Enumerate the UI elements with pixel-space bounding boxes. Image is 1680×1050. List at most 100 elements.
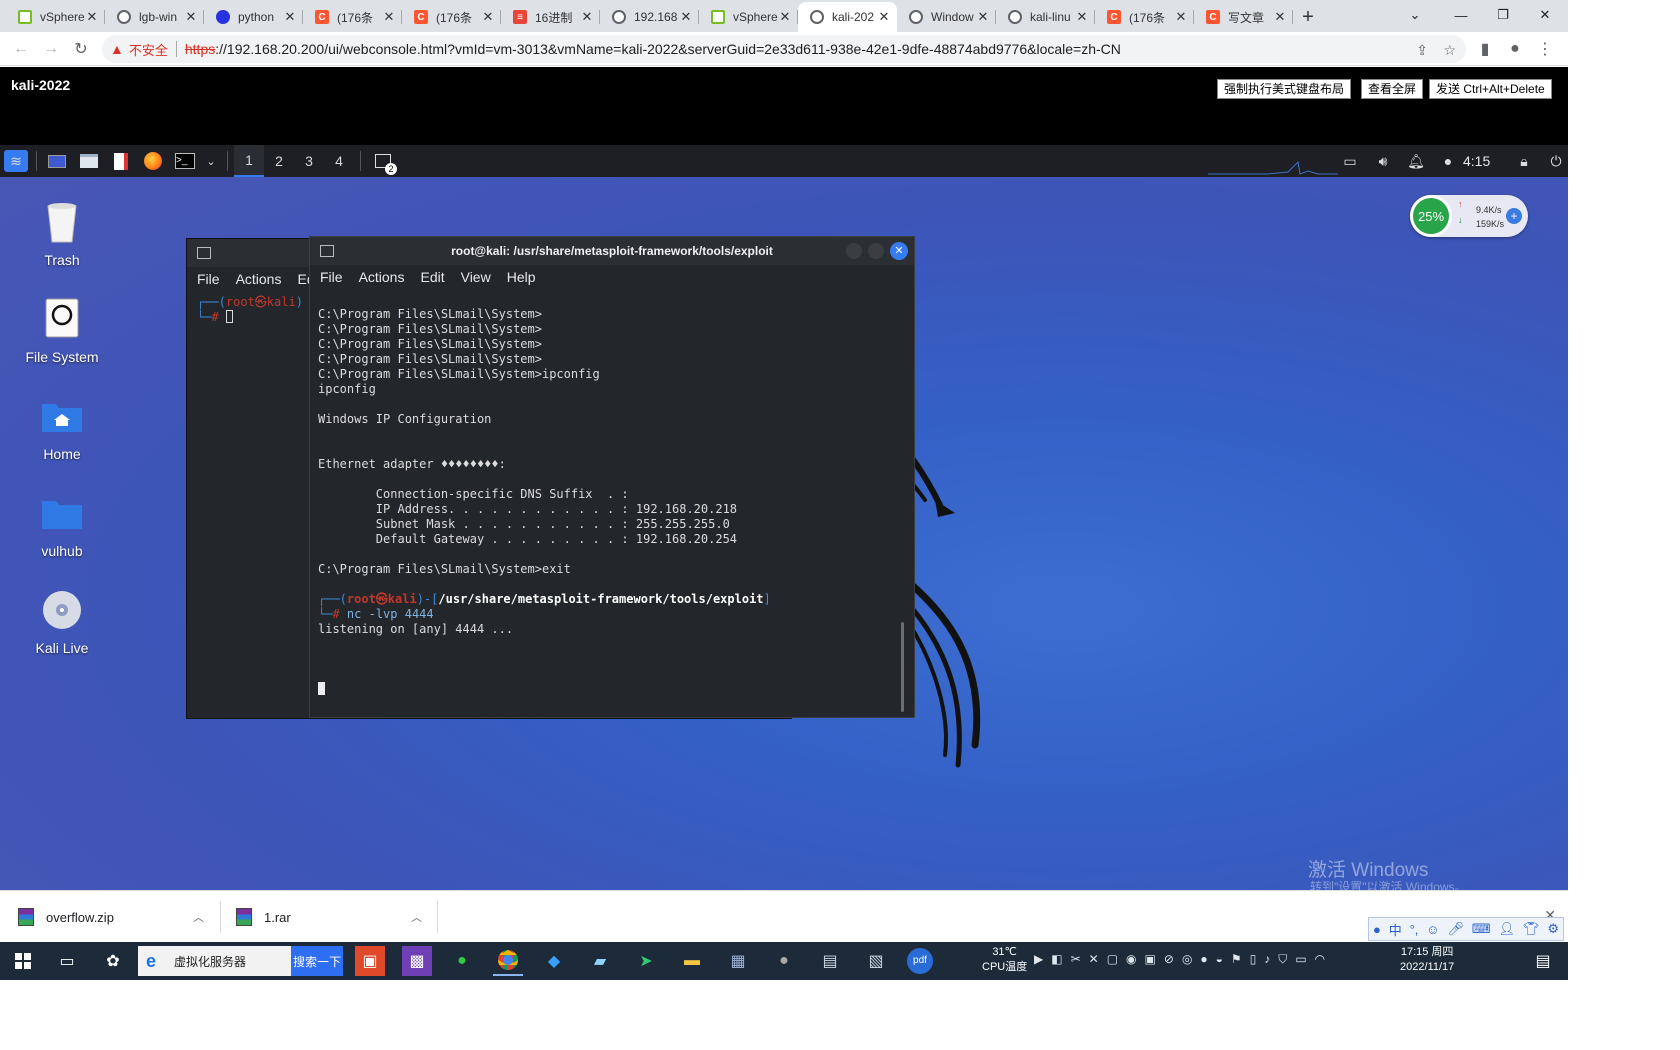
- network-speed-widget[interactable]: 25% ↑ 9.4K/s ↓ 159K/s +: [1410, 195, 1528, 237]
- profile-avatar[interactable]: ●: [1500, 34, 1530, 64]
- tray-icon[interactable]: ▣: [1145, 952, 1156, 967]
- ime-mode-icon[interactable]: 中: [1389, 920, 1402, 939]
- display-icon[interactable]: ▭: [1338, 150, 1362, 172]
- tab-close-icon[interactable]: ✕: [877, 9, 891, 25]
- add-icon[interactable]: +: [1506, 208, 1522, 224]
- panel-clock[interactable]: 4:15: [1463, 153, 1490, 169]
- close-window-icon[interactable]: ✕: [890, 242, 908, 260]
- desktop-icon-home[interactable]: Home: [17, 394, 107, 462]
- ime-keyboard-icon[interactable]: ⌨: [1472, 921, 1491, 937]
- browser-tab[interactable]: vSphere ✕: [699, 2, 798, 32]
- windows-start-icon[interactable]: [8, 946, 38, 976]
- app-icon-blue[interactable]: ◆: [539, 946, 569, 976]
- close-window-button[interactable]: ✕: [1522, 0, 1568, 30]
- tab-close-icon[interactable]: ✕: [481, 9, 495, 25]
- terminal-menu-item[interactable]: File: [197, 271, 220, 287]
- address-bar[interactable]: ▲ 不安全 https://192.168.20.200/ui/webconso…: [102, 35, 1466, 63]
- taskbar-search-button[interactable]: 搜索一下: [291, 946, 343, 976]
- lock-screen-icon[interactable]: 🔒︎: [1512, 150, 1536, 172]
- tray-icon[interactable]: ◒: [1216, 952, 1223, 967]
- maximize-window-button[interactable]: [868, 243, 884, 259]
- app-icon-purple[interactable]: ▩: [402, 946, 432, 976]
- tab-close-icon[interactable]: ✕: [382, 9, 396, 25]
- taskbar-search-box[interactable]: e 虚拟化服务器 搜索一下: [138, 946, 343, 976]
- minimize-button[interactable]: —: [1438, 0, 1484, 30]
- ime-punct-icon[interactable]: °,: [1410, 922, 1419, 937]
- ime-emoji-icon[interactable]: ☺: [1426, 922, 1439, 937]
- terminal-titlebar[interactable]: root@kali: /usr/share/metasploit-framewo…: [310, 237, 914, 265]
- chevron-down-icon[interactable]: ⌄: [205, 150, 217, 172]
- battery-icon[interactable]: ▯: [1250, 952, 1257, 967]
- browser-tab[interactable]: C (176条 ✕: [303, 2, 402, 32]
- taskbar-clock[interactable]: 17:15 周四 2022/11/17: [1400, 945, 1454, 975]
- terminal-menu-item[interactable]: Edit: [420, 269, 444, 285]
- download-item[interactable]: overflow.zip ︿: [18, 891, 208, 943]
- browser-tab[interactable]: kali-linu ✕: [996, 2, 1095, 32]
- browser-tab[interactable]: lgb-win ✕: [105, 2, 204, 32]
- power-manager-icon[interactable]: ●: [1436, 150, 1460, 172]
- browser-tab[interactable]: ≡ 16进制 ✕: [501, 2, 600, 32]
- browser-tab[interactable]: 192.168 ✕: [600, 2, 699, 32]
- tab-close-icon[interactable]: ✕: [85, 9, 99, 25]
- tab-close-icon[interactable]: ✕: [976, 9, 990, 25]
- app-icon-arrow[interactable]: ➤: [631, 946, 661, 976]
- ime-voice-icon[interactable]: 🎤︎: [1447, 921, 1464, 937]
- wifi-icon[interactable]: ◠: [1315, 952, 1325, 967]
- browser-tab[interactable]: C 写文章 ✕: [1194, 2, 1293, 32]
- window-list-terminal-icon[interactable]: 2: [371, 150, 397, 175]
- ime-skin-icon[interactable]: 👕︎: [1523, 921, 1540, 937]
- terminal-menu-item[interactable]: Actions: [359, 269, 405, 285]
- tab-close-icon[interactable]: ✕: [778, 9, 792, 25]
- tray-icon[interactable]: ◧: [1051, 952, 1062, 967]
- browser-tab[interactable]: C (176条 ✕: [402, 2, 501, 32]
- firefox-icon[interactable]: [141, 150, 165, 172]
- tray-icon[interactable]: ✕: [1089, 952, 1099, 967]
- kali-menu-icon[interactable]: ≋: [4, 150, 28, 172]
- file-manager-icon[interactable]: [77, 150, 101, 172]
- tray-icon[interactable]: ⚑: [1231, 952, 1242, 967]
- tray-icon[interactable]: ◎: [1182, 952, 1192, 967]
- desktop-icon-trash[interactable]: Trash: [17, 200, 107, 268]
- terminal-menu-item[interactable]: File: [320, 269, 343, 285]
- send-ctrl-alt-del-button[interactable]: 发送 Ctrl+Alt+Delete: [1429, 79, 1552, 99]
- workspace-button[interactable]: 2: [264, 145, 294, 177]
- app-icon-notes[interactable]: ▰: [585, 946, 615, 976]
- ime-user-icon[interactable]: 👤︎: [1499, 921, 1516, 937]
- tray-icon[interactable]: ◉: [1126, 952, 1136, 967]
- app-icon-green[interactable]: ●: [447, 946, 477, 976]
- back-button[interactable]: ←: [6, 34, 36, 64]
- ime-toolbar[interactable]: ● 中 °, ☺ 🎤︎ ⌨ 👤︎ 👕︎ ⚙: [1368, 917, 1564, 941]
- minimize-window-button[interactable]: [846, 243, 862, 259]
- tray-icon[interactable]: ▶: [1034, 952, 1043, 967]
- tab-close-icon[interactable]: ✕: [283, 9, 297, 25]
- desktop-icon-filesystem[interactable]: File System: [17, 297, 107, 365]
- terminal-menu-item[interactable]: Actions: [236, 271, 282, 287]
- speaker-icon[interactable]: ♪: [1264, 952, 1270, 967]
- shield-icon[interactable]: ⛉: [1278, 952, 1287, 967]
- browser-tab[interactable]: Window ✕: [897, 2, 996, 32]
- text-editor-icon[interactable]: [109, 150, 133, 172]
- security-label[interactable]: 不安全: [129, 40, 168, 59]
- cpu-temp[interactable]: 31℃ CPU温度: [982, 945, 1027, 975]
- tab-close-icon[interactable]: ✕: [580, 9, 594, 25]
- app-icon-network[interactable]: ▦: [723, 946, 753, 976]
- pdf-app-icon[interactable]: pdf: [907, 948, 933, 974]
- task-view-icon[interactable]: ▭: [52, 946, 82, 976]
- new-tab-button[interactable]: +: [1293, 2, 1323, 32]
- ime-settings-icon[interactable]: ⚙: [1547, 921, 1559, 937]
- terminal-window-front[interactable]: root@kali: /usr/share/metasploit-framewo…: [309, 236, 915, 718]
- volume-icon[interactable]: 🔊︎: [1371, 150, 1395, 172]
- desktop-icon-kali-live[interactable]: Kali Live: [17, 588, 107, 656]
- tray-icon[interactable]: ▭: [1295, 952, 1306, 967]
- app-icon-gallery[interactable]: ▧: [861, 946, 891, 976]
- tab-close-icon[interactable]: ✕: [1273, 9, 1287, 25]
- action-center-icon[interactable]: ▤: [1528, 946, 1558, 976]
- widget-app-icon[interactable]: ✿: [98, 946, 128, 976]
- tab-close-icon[interactable]: ✕: [184, 9, 198, 25]
- browser-tab[interactable]: kali-202 ✕: [798, 2, 897, 32]
- tab-search-icon[interactable]: ⌄: [1392, 0, 1438, 30]
- tab-close-icon[interactable]: ✕: [1075, 9, 1089, 25]
- chevron-up-icon[interactable]: ︿: [411, 909, 422, 925]
- terminal-icon[interactable]: >_: [173, 150, 197, 172]
- app-icon-window[interactable]: ▤: [815, 946, 845, 976]
